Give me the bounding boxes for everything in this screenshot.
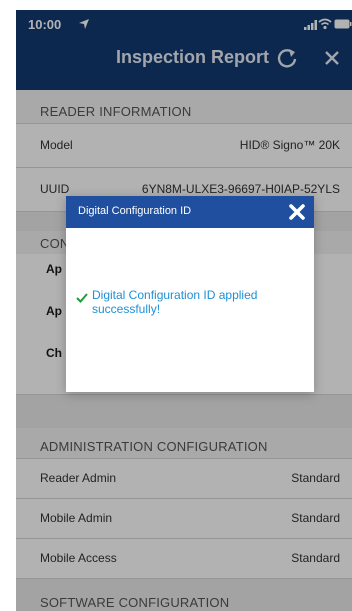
dialog-message: Digital Configuration ID applied success… [92,288,258,316]
success-dialog: Digital Configuration ID Digital Configu… [66,196,314,392]
dialog-title: Digital Configuration ID [78,205,192,217]
dialog-header: Digital Configuration ID [66,196,314,228]
phone-screen: 10:00 Inspection Report READER INFORMATI… [16,10,352,611]
check-icon [76,293,88,303]
dialog-close-button[interactable] [286,201,308,223]
